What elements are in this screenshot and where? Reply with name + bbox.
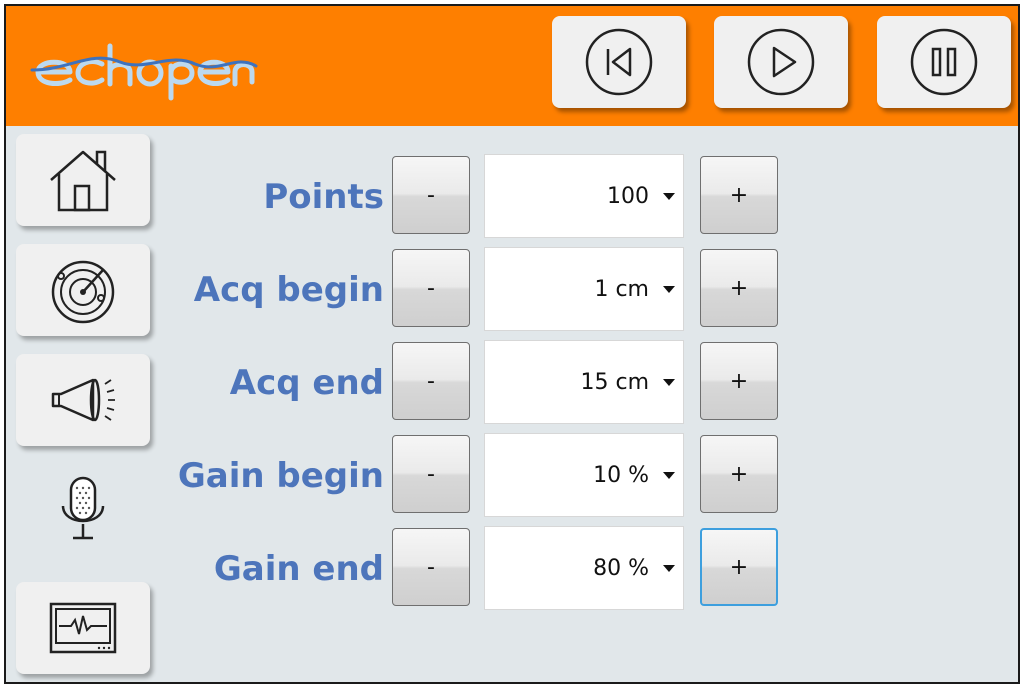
acq-end-value: 15 cm [580,370,649,395]
skip-back-icon [585,28,653,96]
megaphone-icon [51,378,115,422]
sidebar-item-monitor[interactable] [16,582,150,674]
setting-row-acq-end: Acq end - 15 cm + [166,340,786,424]
gain-end-decrement-button[interactable]: - [392,528,470,606]
microphone-icon [61,476,105,540]
acq-begin-increment-button[interactable]: + [700,249,778,327]
acq-end-decrement-button[interactable]: - [392,342,470,420]
acq-end-select[interactable]: 15 cm [484,340,684,424]
dropdown-caret-icon [663,193,675,200]
acq-begin-value: 1 cm [594,277,649,302]
points-label: Points [263,177,384,217]
points-value: 100 [607,184,649,209]
gain-end-increment-button[interactable]: + [700,528,778,606]
skip-back-button[interactable] [552,16,686,108]
pause-button[interactable] [877,16,1011,108]
acq-begin-select[interactable]: 1 cm [484,247,684,331]
pause-icon [910,28,978,96]
points-select[interactable]: 100 [484,154,684,238]
setting-row-gain-end: Gain end - 80 % + [166,526,786,610]
acq-begin-label: Acq begin [193,270,384,310]
dropdown-caret-icon [663,379,675,386]
dropdown-caret-icon [663,286,675,293]
sidebar-item-home[interactable] [16,134,150,226]
acq-end-label: Acq end [229,363,384,403]
gain-begin-value: 10 % [593,463,649,488]
gain-end-select[interactable]: 80 % [484,526,684,610]
radar-icon [51,260,115,324]
gain-begin-increment-button[interactable]: + [700,435,778,513]
dropdown-caret-icon [663,565,675,572]
monitor-icon [49,602,117,654]
gain-end-label: Gain end [213,549,384,589]
app-window: Points - 100 + Acq begin - 1 cm + Acq en… [4,4,1020,684]
acq-end-increment-button[interactable]: + [700,342,778,420]
gain-begin-label: Gain begin [177,456,384,496]
gain-begin-decrement-button[interactable]: - [392,435,470,513]
echopen-logo [30,34,260,104]
points-increment-button[interactable]: + [700,156,778,234]
sidebar-item-emitter[interactable] [16,354,150,446]
gain-begin-select[interactable]: 10 % [484,433,684,517]
setting-row-acq-begin: Acq begin - 1 cm + [166,247,786,331]
sidebar-item-receiver[interactable] [16,464,150,556]
dropdown-caret-icon [663,472,675,479]
home-icon [50,150,116,212]
play-icon [747,28,815,96]
acq-begin-decrement-button[interactable]: - [392,249,470,327]
play-button[interactable] [714,16,848,108]
setting-row-points: Points - 100 + [166,154,786,238]
header-bar [6,6,1018,126]
points-decrement-button[interactable]: - [392,156,470,234]
gain-end-value: 80 % [593,556,649,581]
setting-row-gain-begin: Gain begin - 10 % + [166,433,786,517]
sidebar-item-radar[interactable] [16,244,150,336]
